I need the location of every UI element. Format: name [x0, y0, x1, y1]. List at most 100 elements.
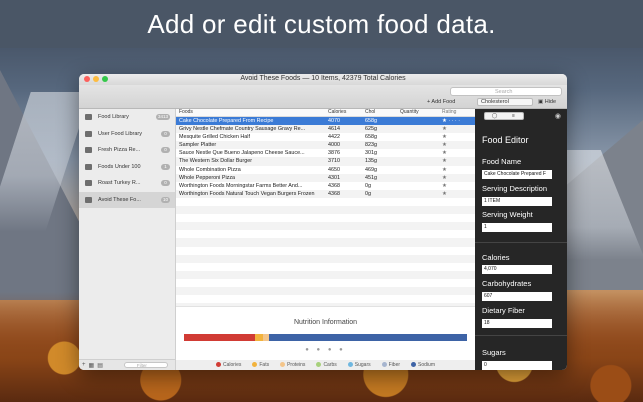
sort-select-value: Cholesterol	[481, 99, 509, 105]
cell-food: Whole Combination Pizza	[179, 166, 241, 173]
legend-item-sodium: Sodium	[411, 362, 435, 368]
sugars-field[interactable]: 0	[482, 361, 552, 370]
cell-calories: 4614	[328, 126, 340, 133]
filter-input[interactable]: Filter	[123, 362, 168, 368]
table-row[interactable]: Whole Pepperoni Pizza 4301 451g ★	[176, 173, 475, 182]
cell-calories: 4301	[328, 174, 340, 181]
cell-quantity	[396, 182, 438, 190]
cell-calories: 3710	[328, 158, 340, 165]
search-placeholder: Search	[495, 89, 513, 95]
cell-calories: 4422	[328, 134, 340, 141]
dietary-fiber-field[interactable]: 18	[482, 319, 552, 328]
legend-item-calories: Calories	[216, 362, 241, 368]
cell-rating[interactable]: ★	[438, 166, 475, 174]
nutrition-title: Nutrition Information	[293, 319, 358, 326]
cell-calories: 4070	[328, 118, 340, 124]
table-row[interactable]: Whole Combination Pizza 4650 469g ★	[176, 166, 475, 174]
cell-rating[interactable]: ★	[438, 133, 475, 141]
cell-rating[interactable]: ★	[438, 174, 475, 182]
search-input[interactable]: Search	[450, 87, 562, 96]
empty-row	[176, 270, 475, 279]
cell-rating[interactable]: ★	[438, 125, 475, 133]
empty-row	[176, 214, 475, 222]
empty-row	[176, 263, 475, 271]
cell-chol: 658g	[365, 118, 377, 124]
legend-label: Sodium	[418, 362, 435, 368]
count-badge: 1	[161, 163, 170, 170]
empty-row	[176, 222, 475, 231]
hide-button[interactable]: ▣ Hide	[538, 99, 556, 105]
list-view-icon[interactable]: ▦	[89, 362, 95, 369]
cell-calories: 4368	[328, 182, 340, 189]
editor-segmented-control[interactable]: ◯ ≡	[484, 112, 524, 120]
sidebar-item-label: Roast Turkey R...	[98, 180, 141, 187]
sidebar-item-label: User Food Library	[98, 130, 143, 137]
cell-rating[interactable]: ★	[438, 141, 475, 149]
app-window: Avoid These Foods — 10 Items, 42379 Tota…	[79, 74, 567, 370]
table-row[interactable]: Worthington Foods Natural Touch Vegan Bu…	[176, 189, 475, 198]
sidebar-item-label: Foods Under 100	[98, 163, 141, 170]
eye-icon[interactable]: ◉	[555, 112, 561, 120]
legend-swatch	[381, 362, 387, 368]
nutrition-bar	[184, 334, 467, 341]
serving-weight-label: Serving Weight	[482, 210, 533, 219]
legend-label: Proteins	[287, 362, 306, 368]
serving-weight-field[interactable]: 1	[482, 223, 552, 232]
count-badge: 0	[161, 130, 170, 137]
list-tab-icon[interactable]: ≡	[504, 113, 523, 119]
cell-rating[interactable]: ★	[438, 182, 475, 190]
cell-rating[interactable]: ★	[438, 157, 475, 165]
table-row[interactable]: The Western Six Dollar Burger 3710 135g …	[176, 157, 475, 166]
cell-food: Worthington Foods Natural Touch Vegan Bu…	[179, 190, 315, 197]
calories-field[interactable]: 4,070	[482, 265, 552, 274]
grid-view-icon[interactable]: ▤	[97, 362, 103, 369]
sidebar-item-avoid-these-foods[interactable]: Avoid These Fo... 10	[79, 191, 175, 208]
page-dots[interactable]: ● ● ● ●	[176, 347, 475, 353]
carbohydrates-field[interactable]: 607	[482, 292, 552, 301]
sidebar-item-user-food-library[interactable]: User Food Library 0	[79, 126, 175, 143]
sidebar-item-foods-under-100[interactable]: Foods Under 100 1	[79, 159, 175, 176]
column-header-chol[interactable]: Chol	[361, 109, 396, 116]
empty-row	[176, 238, 475, 247]
cell-quantity	[396, 174, 438, 182]
count-badge: 0	[161, 147, 170, 153]
cell-quantity	[396, 149, 438, 157]
table-row[interactable]: Mesquite Grilled Chicken Half 4422 658g …	[176, 133, 475, 141]
nutrition-legend: Calories Fats Proteins Carbs Sugars Fiber Sodi…	[176, 360, 475, 370]
table-row[interactable]: Sauce Nestle Que Bueno Jalapeno Cheese S…	[176, 149, 475, 157]
add-list-button[interactable]: +	[82, 362, 86, 368]
sidebar-item-food-library[interactable]: Food Library 3413	[79, 109, 175, 126]
legend-label: Calories	[223, 362, 242, 368]
table-row[interactable]: Worthington Foods Morningstar Farms Bett…	[176, 182, 475, 190]
table-row[interactable]: Cake Chocolate Prepared From Recipe 4070…	[176, 117, 475, 126]
nutrition-panel: Nutrition Information ● ● ● ● Calories Fa…	[176, 306, 475, 370]
table-row[interactable]: Sampler Platter 4000 823g ★	[176, 141, 475, 150]
legend-label: Fats	[259, 362, 270, 368]
empty-row	[176, 279, 475, 287]
column-header-quantity[interactable]: Quantity	[396, 109, 438, 116]
column-header-foods[interactable]: Foods	[176, 109, 324, 116]
cell-calories: 4650	[328, 166, 340, 173]
table-row[interactable]: Grivy Nestle Chefmate Country Sausage Gr…	[176, 125, 475, 134]
sidebar-item-label: Food Library	[98, 114, 129, 121]
sidebar-item-roast-turkey[interactable]: Roast Turkey R... 0	[79, 175, 175, 192]
cell-food: The Western Six Dollar Burger	[179, 158, 252, 165]
sort-select[interactable]: Cholesterol	[477, 98, 533, 106]
column-header-calories[interactable]: Calories	[324, 109, 361, 116]
cell-food: Worthington Foods Morningstar Farms Bett…	[179, 182, 303, 189]
legend-swatch	[280, 362, 286, 368]
divider	[475, 335, 567, 336]
sidebar-item-fresh-pizza[interactable]: Fresh Pizza Re... 0	[79, 142, 175, 159]
cell-rating[interactable]: ★	[438, 190, 475, 198]
add-food-button[interactable]: + Add Food	[427, 99, 455, 105]
legend-label: Sugars	[354, 362, 371, 368]
cell-quantity	[396, 166, 438, 174]
serving-description-field[interactable]: 1 ITEM	[482, 197, 552, 206]
food-name-field[interactable]: Cake Chocolate Prepared F	[482, 170, 552, 179]
cell-rating[interactable]: ★ · · · ·	[438, 117, 475, 125]
cell-rating[interactable]: ★	[438, 149, 475, 157]
empty-row	[176, 286, 475, 296]
cell-chol: 0g	[365, 190, 371, 197]
info-tab-icon[interactable]: ◯	[485, 113, 504, 119]
column-header-rating[interactable]: Rating	[438, 109, 475, 116]
